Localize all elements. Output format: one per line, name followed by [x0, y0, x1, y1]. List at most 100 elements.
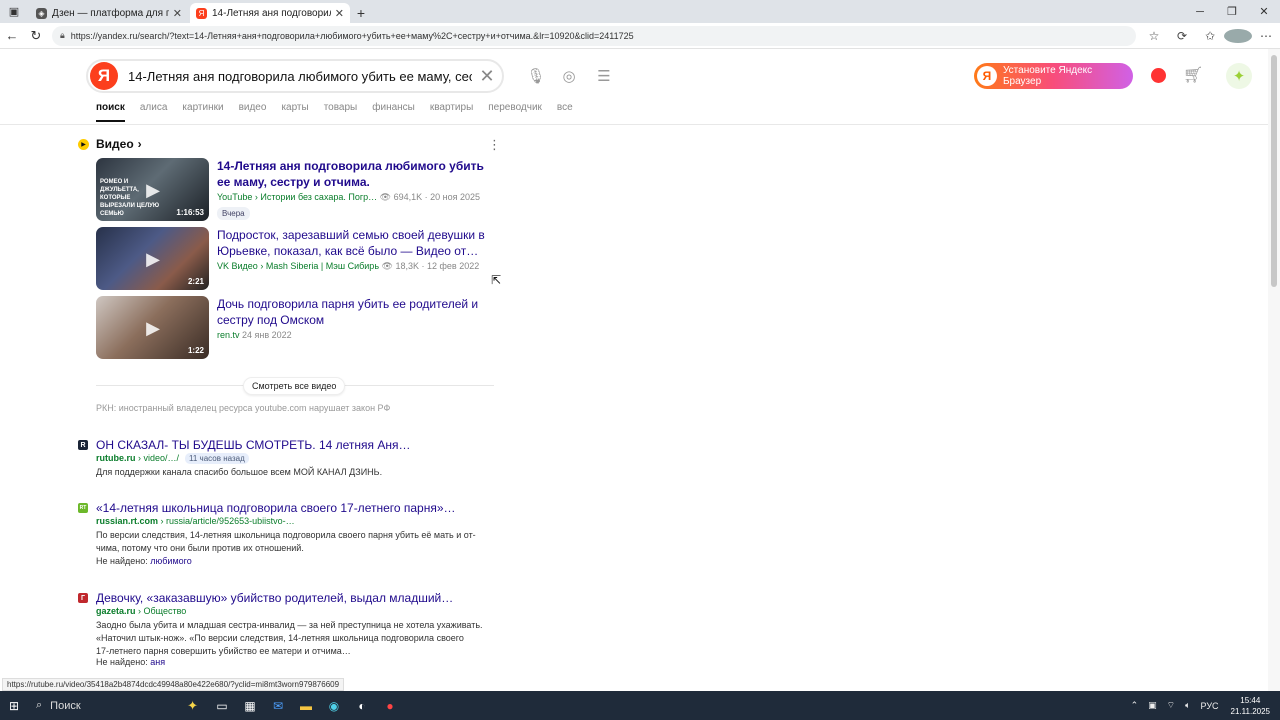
- favorites-icon[interactable]: ✩: [1196, 29, 1224, 43]
- video-duration: 1:16:53: [176, 208, 204, 217]
- video-title[interactable]: 14-Летняя аня подговорила любимого убить…: [217, 158, 497, 190]
- promo-label: Установите Яндекс Браузер: [1002, 65, 1093, 87]
- alice-icon[interactable]: ✦: [1226, 63, 1252, 89]
- recorder-icon[interactable]: ●: [376, 691, 404, 720]
- task-view-icon[interactable]: ▭: [208, 691, 236, 720]
- more-icon[interactable]: ⋯: [1252, 29, 1280, 43]
- edge-icon[interactable]: ◉: [320, 691, 348, 720]
- not-found-word-link[interactable]: аня: [150, 657, 165, 667]
- play-icon: ▶: [146, 318, 160, 338]
- tab-apartments[interactable]: квартиры: [430, 102, 473, 122]
- steam-icon[interactable]: ◐: [348, 691, 376, 720]
- system-tray: ⌃ ▣ ⌔ 🔈︎ РУС 15:44 21.11.2025: [1121, 695, 1280, 717]
- close-tab-icon[interactable]: ✕: [173, 7, 182, 20]
- outlook-icon[interactable]: ✉: [264, 691, 292, 720]
- url-field[interactable]: 🔒︎ https://yandex.ru/search/?text=14-Лет…: [52, 25, 1136, 46]
- language-indicator[interactable]: РУС: [1201, 701, 1219, 711]
- clear-icon[interactable]: ✕: [472, 66, 502, 87]
- video-block-heading[interactable]: ▶ Видео ›: [78, 137, 142, 151]
- network-icon[interactable]: ⌔: [1167, 700, 1175, 711]
- close-window-icon[interactable]: ✕: [1248, 0, 1280, 23]
- close-tab-icon[interactable]: ✕: [335, 7, 344, 20]
- tray-app-icon[interactable]: ▣: [1148, 700, 1157, 711]
- back-icon[interactable]: ←: [0, 24, 24, 48]
- tab-alice[interactable]: алиса: [140, 102, 168, 122]
- tab-translator[interactable]: переводчик: [488, 102, 542, 122]
- tab-finance[interactable]: финансы: [372, 102, 415, 122]
- see-all-videos-button[interactable]: Смотреть все видео: [243, 377, 346, 395]
- tab-actions-icon[interactable]: ▣: [0, 0, 28, 23]
- install-browser-button[interactable]: Я Установите Яндекс Браузер: [974, 63, 1133, 89]
- address-bar: ← ↻ 🔒︎ https://yandex.ru/search/?text=14…: [0, 23, 1280, 49]
- new-tab-icon[interactable]: +: [350, 3, 372, 23]
- tab-video[interactable]: видео: [239, 102, 267, 122]
- yandex-browser-icon: Я: [977, 66, 997, 86]
- video-title[interactable]: Дочь подговорила парня убить ее родителе…: [217, 296, 497, 328]
- start-icon[interactable]: ⊞: [0, 691, 28, 720]
- video-meta: ren.tv 24 янв 2022: [217, 330, 292, 340]
- store-icon[interactable]: ▦: [236, 691, 264, 720]
- clock[interactable]: 15:44 21.11.2025: [1231, 695, 1270, 717]
- result-title[interactable]: ОН СКАЗАЛ- ТЫ БУДЕШЬ СМОТРЕТЬ. 14 летняя…: [96, 438, 411, 452]
- result-url[interactable]: russian.rt.com › russia/article/952653-u…: [96, 516, 295, 526]
- result-url[interactable]: gazeta.ru › Общество: [96, 606, 186, 616]
- minimize-icon[interactable]: ─: [1184, 0, 1216, 23]
- status-bar-url: https://rutube.ru/video/35418a2b4874dcdc…: [2, 678, 345, 691]
- taskbar-search[interactable]: ⌕ Поиск ✦: [28, 691, 208, 720]
- taskbar-search-label: Поиск: [50, 699, 81, 712]
- search-result: Г Девочку, «заказавшую» убийство родител…: [78, 591, 498, 671]
- page-scrollbar[interactable]: [1268, 49, 1280, 691]
- not-found-note: Не найдено: аня: [96, 657, 166, 667]
- result-title[interactable]: «14-летняя школьница подговорила своего …: [96, 501, 456, 515]
- result-title[interactable]: Девочку, «заказавшую» убийство родителей…: [96, 591, 453, 605]
- search-result: R ОН СКАЗАЛ- ТЫ БУДЕШЬ СМОТРЕТЬ. 14 летн…: [78, 438, 498, 478]
- tab-dzen[interactable]: ◈ Дзен — платформа для просмо ✕: [30, 3, 188, 23]
- tab-products[interactable]: товары: [324, 102, 358, 122]
- result-snippet: По версии следствия, 14-летняя школьница…: [96, 530, 476, 553]
- yandex-icon: Я: [196, 7, 207, 19]
- not-found-note: Не найдено: любимого: [96, 556, 192, 566]
- video-thumbnail[interactable]: ▶ 2:21: [96, 227, 209, 290]
- tab-maps[interactable]: карты: [281, 102, 308, 122]
- profile-icon[interactable]: [1224, 28, 1252, 43]
- video-heading-label: Видео: [96, 137, 134, 151]
- camera-search-icon[interactable]: ◎: [558, 66, 580, 86]
- not-found-word-link[interactable]: любимого: [150, 556, 191, 566]
- video-item[interactable]: ▶ 2:21 Подросток, зарезавший семью своей…: [96, 227, 496, 291]
- tab-all[interactable]: все: [557, 102, 573, 122]
- yandex-logo[interactable]: Я: [90, 62, 118, 90]
- filters-icon[interactable]: ☰: [593, 66, 615, 86]
- notifications-icon[interactable]: [1151, 68, 1166, 83]
- cart-icon[interactable]: 🛒︎: [1183, 65, 1203, 85]
- search-input[interactable]: 14-Летняя аня подговорила любимого убить…: [128, 69, 472, 84]
- explorer-icon[interactable]: ▬: [292, 691, 320, 720]
- refresh-icon[interactable]: ↻: [24, 24, 48, 48]
- result-url[interactable]: rutube.ru › video/…/11 часов назад: [96, 453, 249, 464]
- tray-overflow-icon[interactable]: ⌃: [1131, 700, 1139, 711]
- video-play-icon: ▶: [78, 138, 89, 150]
- favorite-star-icon[interactable]: ☆: [1140, 29, 1168, 43]
- video-thumbnail[interactable]: РОМЕО И ДЖУЛЬЕТТА, КОТОРЫЕ ВЫРЕЗАЛИ ЦЕЛУ…: [96, 158, 209, 221]
- microphone-icon[interactable]: 🎙︎: [525, 66, 547, 86]
- search-nav: поиск алиса картинки видео карты товары …: [96, 102, 588, 122]
- tab-search[interactable]: поиск: [96, 102, 125, 122]
- divider: [0, 124, 1268, 125]
- search-result: RT «14-летняя школьница подговорила свое…: [78, 501, 498, 571]
- volume-icon[interactable]: 🔈︎: [1185, 700, 1190, 711]
- video-meta: YouTube › Истории без сахара. Погр… 👁 69…: [217, 192, 480, 202]
- tab-yandex-search[interactable]: Я 14-Летняя аня подговорила люб ✕: [190, 3, 350, 23]
- date-badge: Вчера: [217, 207, 250, 220]
- mouse-cursor-icon: ⇱: [491, 273, 502, 287]
- more-options-icon[interactable]: ⋮: [488, 137, 501, 153]
- taskbar: ⊞ ⌕ Поиск ✦ ▭ ▦ ✉ ▬ ◉ ◐ ● ⌃ ▣ ⌔ 🔈︎ РУС 1…: [0, 691, 1280, 720]
- tab-images[interactable]: картинки: [182, 102, 223, 122]
- site-info-icon[interactable]: 🔒︎: [60, 30, 65, 41]
- video-title[interactable]: Подросток, зарезавший семью своей девушк…: [217, 227, 497, 259]
- search-box[interactable]: Я 14-Летняя аня подговорила любимого уби…: [86, 59, 504, 93]
- maximize-icon[interactable]: ❐: [1216, 0, 1248, 23]
- search-highlight-icon: ✦: [187, 697, 198, 713]
- video-thumbnail[interactable]: ▶ 1:22: [96, 296, 209, 359]
- video-item[interactable]: ▶ 1:22 Дочь подговорила парня убить ее р…: [96, 296, 496, 360]
- extensions-icon[interactable]: ⟳: [1168, 29, 1196, 43]
- video-item[interactable]: РОМЕО И ДЖУЛЬЕТТА, КОТОРЫЕ ВЫРЕЗАЛИ ЦЕЛУ…: [96, 158, 496, 222]
